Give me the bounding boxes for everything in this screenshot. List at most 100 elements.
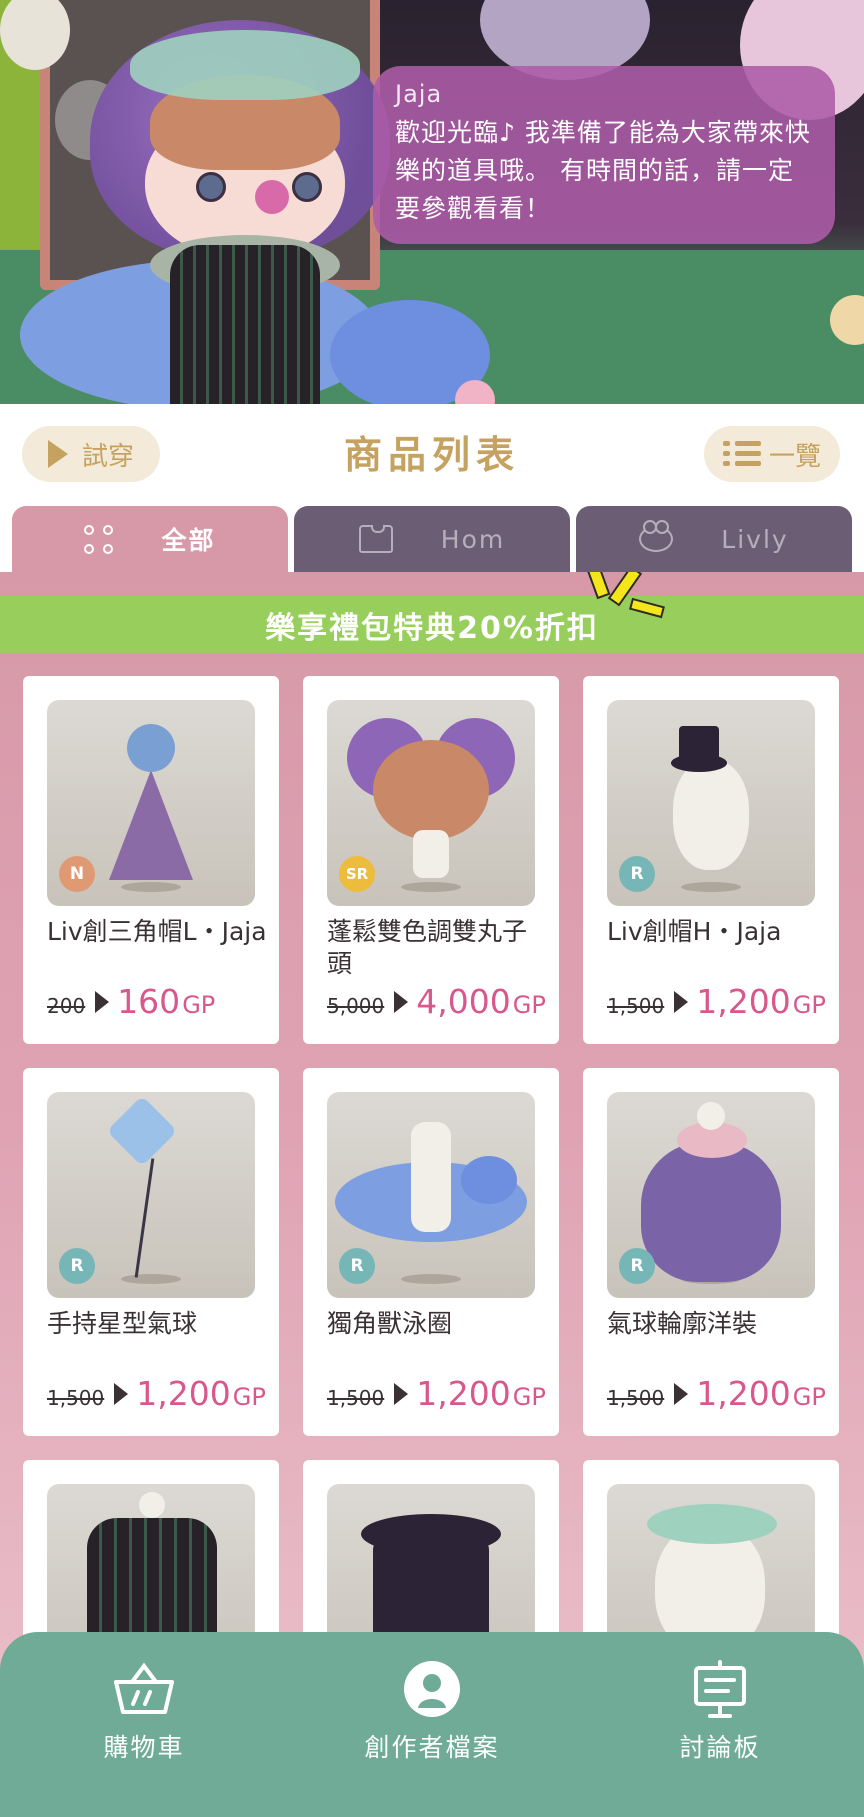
nav-label: 創作者檔案 [364, 1733, 500, 1762]
rarity-badge: R [339, 1248, 375, 1284]
product-price: 200 160 GP [47, 982, 267, 1021]
promo-text: 樂享禮包特典20%折扣 [265, 611, 599, 646]
hero-banner: Jaja 歡迎光臨♪ 我準備了能為大家帶來快樂的道具哦。 有時間的話，請一定要參… [0, 0, 864, 404]
product-thumbnail: N [47, 700, 255, 906]
product-card[interactable]: N Liv創三角帽L・Jaja 200 160 GP [23, 676, 279, 1044]
product-price: 5,000 4,000 GP [327, 982, 547, 1021]
crown-art [647, 1504, 777, 1544]
speaker-name: Jaja [395, 80, 443, 108]
original-price: 1,500 [327, 1386, 385, 1410]
product-price: 1,500 1,200 GP [607, 1374, 827, 1413]
hero-character-crown [130, 30, 360, 100]
product-card[interactable]: R 獨角獸泳圈 1,500 1,200 GP [303, 1068, 559, 1436]
nav-label: 購物車 [103, 1733, 185, 1762]
rarity-badge: R [619, 1248, 655, 1284]
party-hat-art [109, 770, 193, 880]
balloon-string-art [134, 1158, 155, 1278]
dots-grid-icon [84, 524, 114, 554]
speech-text: 歡迎光臨♪ 我準備了能為大家帶來快樂的道具哦。 有時間的話，請一定要參觀看看！ [395, 118, 811, 223]
product-name: 氣球輪廓洋裝 [607, 1309, 758, 1338]
product-thumbnail: R [47, 1092, 255, 1298]
board-icon [688, 1660, 752, 1718]
tab-livly[interactable]: Livly [576, 506, 852, 572]
hero-character-eye [196, 172, 226, 202]
product-card[interactable]: R 氣球輪廓洋裝 1,500 1,200 GP [583, 1068, 839, 1436]
tab-label: 全部 [161, 526, 216, 555]
original-price: 1,500 [47, 1386, 105, 1410]
unicorn-head-art [461, 1156, 517, 1204]
currency: GP [182, 991, 216, 1019]
list-view-label: 一覽 [768, 441, 821, 472]
currency: GP [792, 991, 826, 1019]
sale-price: 1,200 [416, 1374, 511, 1413]
nav-label: 討論板 [679, 1733, 761, 1762]
shirt-icon [358, 525, 393, 553]
currency: GP [512, 1383, 546, 1411]
tab-hom[interactable]: Hom [294, 506, 570, 572]
sale-price: 1,200 [696, 982, 791, 1021]
product-name: 手持星型氣球 [47, 1309, 198, 1338]
product-price: 1,500 1,200 GP [327, 1374, 547, 1413]
mannequin-neck-art [139, 1492, 165, 1518]
arrow-icon [394, 990, 409, 1013]
currency: GP [512, 991, 546, 1019]
mannequin-neck-art [697, 1102, 725, 1130]
hat-top-art [361, 1514, 501, 1554]
product-list: 樂享禮包特典20%折扣 N Liv創三角帽L・Jaja 200 160 GP S… [0, 572, 864, 1817]
mannequin-art [411, 1122, 451, 1232]
pompom-art [127, 724, 175, 772]
promo-banner: 樂享禮包特典20%折扣 [0, 596, 864, 654]
title-bar: 試穿 商品列表 一覽 [0, 404, 864, 504]
star-balloon-art [106, 1095, 178, 1167]
rarity-badge: R [619, 856, 655, 892]
sale-price: 1,200 [136, 1374, 231, 1413]
product-name: 獨角獸泳圈 [327, 1309, 453, 1338]
top-hat-art [679, 726, 719, 762]
arrow-icon [95, 990, 110, 1013]
rarity-badge: SR [339, 856, 375, 892]
product-name: Liv創三角帽L・Jaja [47, 917, 267, 946]
arrow-icon [394, 1382, 409, 1405]
category-tabs: 全部 Hom Livly [0, 504, 864, 572]
tab-label: Hom [440, 524, 506, 554]
nav-board[interactable]: 討論板 [620, 1660, 820, 1764]
arrow-icon [114, 1382, 129, 1405]
currency: GP [792, 1383, 826, 1411]
nav-creator-profile[interactable]: 創作者檔案 [332, 1660, 532, 1764]
tab-all[interactable]: 全部 [12, 506, 288, 572]
rarity-badge: R [59, 1248, 95, 1284]
hero-character-nose [255, 180, 289, 214]
product-name: 蓬鬆雙色調雙丸子頭 [327, 917, 528, 978]
sale-price: 160 [117, 982, 181, 1021]
basket-icon [112, 1660, 176, 1718]
product-thumbnail: R [327, 1092, 535, 1298]
product-name: Liv創帽H・Jaja [607, 917, 782, 946]
product-card[interactable]: R 手持星型氣球 1,500 1,200 GP [23, 1068, 279, 1436]
arrow-icon [674, 1382, 689, 1405]
product-thumbnail: R [607, 700, 815, 906]
product-card[interactable]: SR 蓬鬆雙色調雙丸子頭 5,000 4,000 GP [303, 676, 559, 1044]
product-thumbnail: R [607, 1092, 815, 1298]
original-price: 1,500 [607, 1386, 665, 1410]
bottom-nav: 購物車 創作者檔案 討論板 [0, 1632, 864, 1817]
mannequin-art [413, 830, 449, 878]
arrow-icon [674, 990, 689, 1013]
list-view-button[interactable]: 一覽 [704, 426, 840, 482]
product-card[interactable]: R Liv創帽H・Jaja 1,500 1,200 GP [583, 676, 839, 1044]
rarity-badge: N [59, 856, 95, 892]
product-price: 1,500 1,200 GP [47, 1374, 267, 1413]
original-price: 1,500 [607, 994, 665, 1018]
tab-label: Livly [721, 524, 789, 554]
hair-art [373, 740, 489, 840]
nav-cart[interactable]: 購物車 [44, 1660, 244, 1764]
hero-character-body [170, 245, 320, 404]
product-price: 1,500 1,200 GP [607, 982, 827, 1021]
list-icon [722, 439, 761, 469]
original-price: 5,000 [327, 994, 385, 1018]
product-thumbnail: SR [327, 700, 535, 906]
hero-character-eye [292, 172, 322, 202]
sale-price: 4,000 [416, 982, 511, 1021]
sale-price: 1,200 [696, 1374, 791, 1413]
creator-profile-icon [400, 1660, 464, 1718]
currency: GP [232, 1383, 266, 1411]
